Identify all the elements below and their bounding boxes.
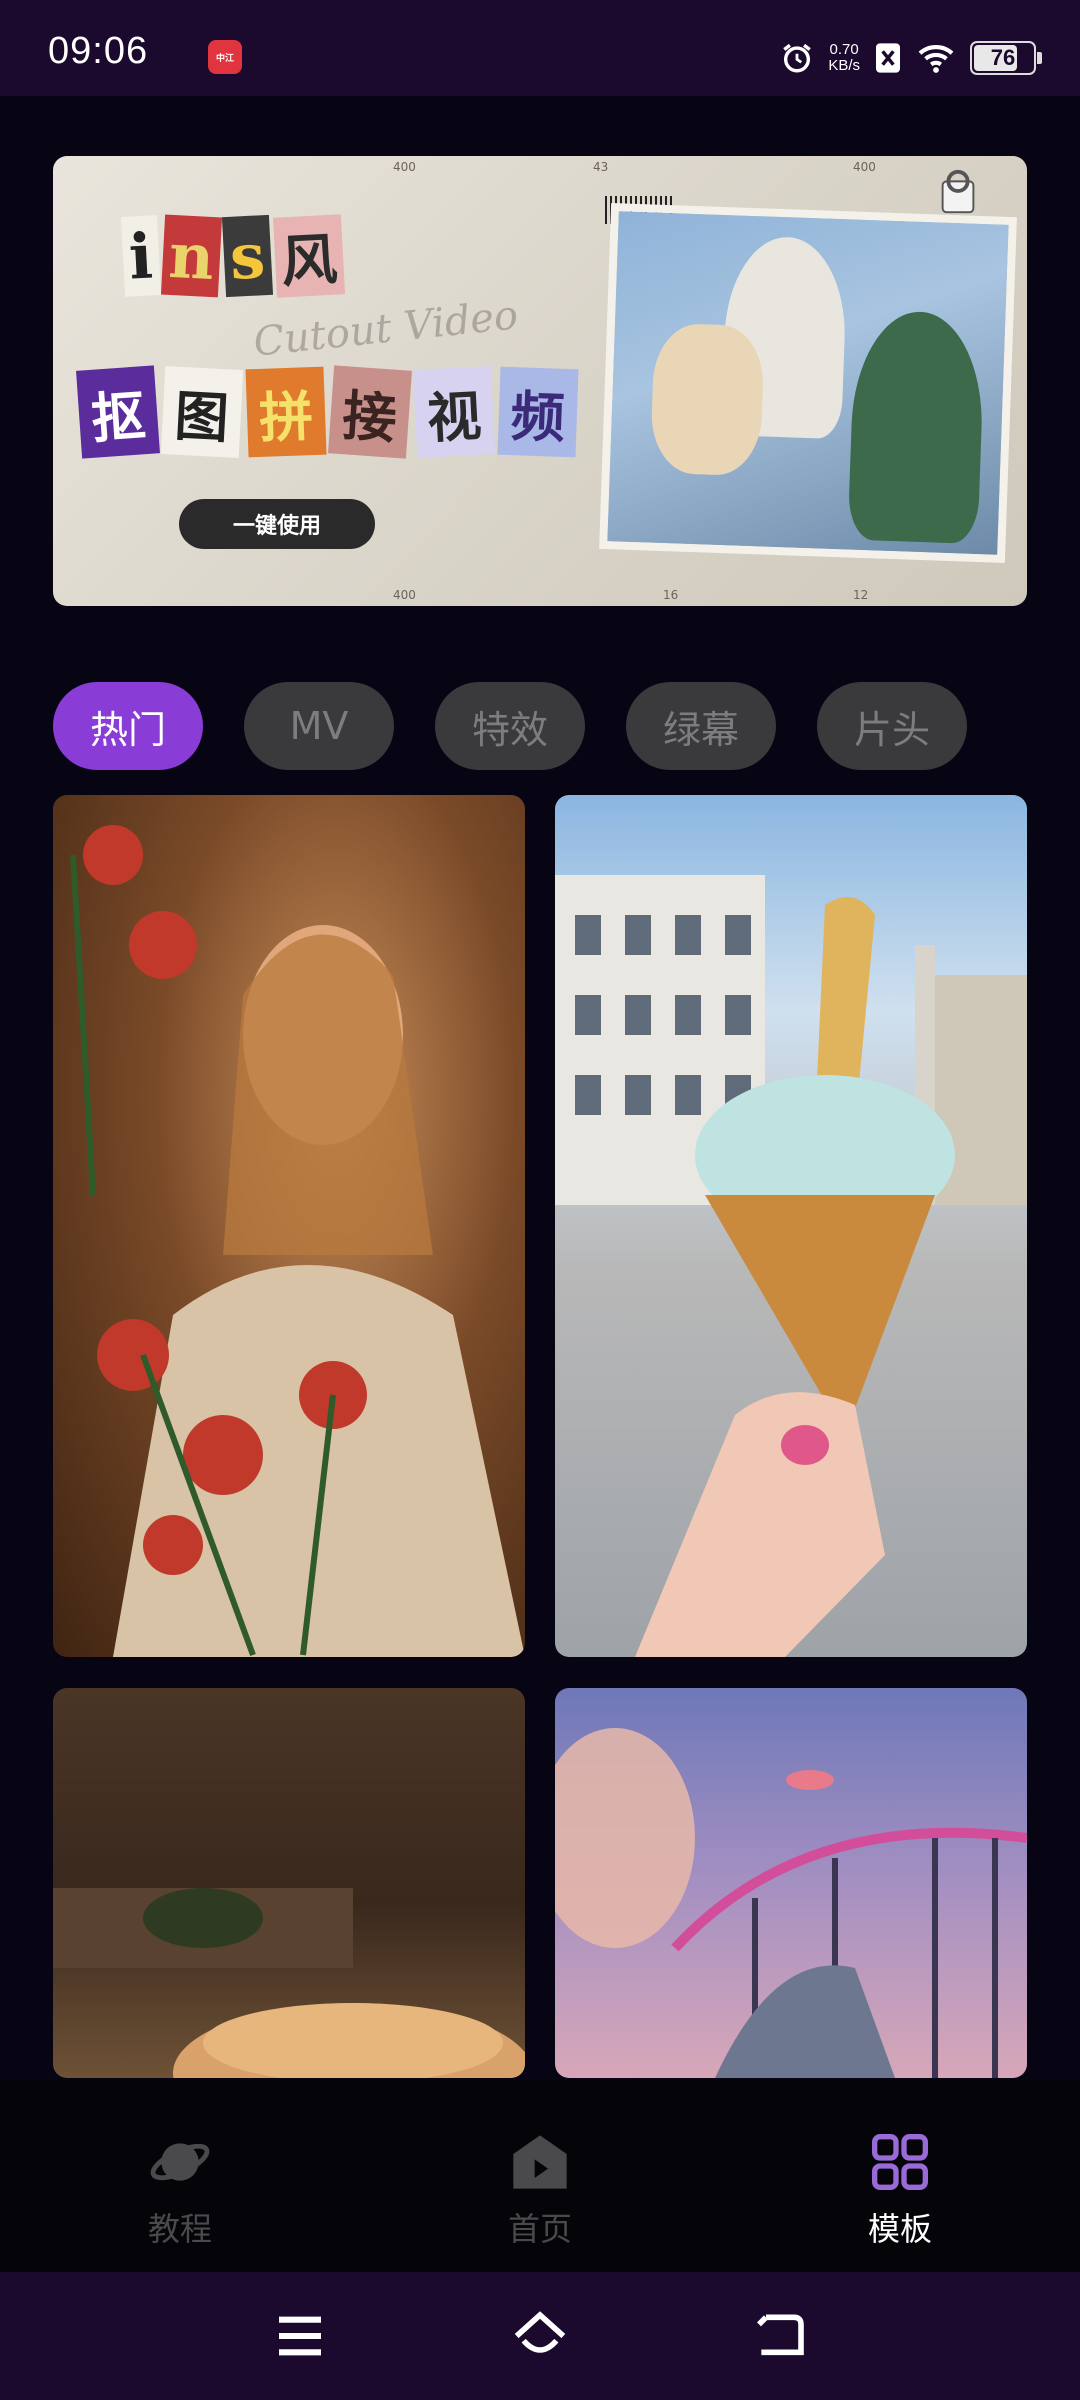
ruler-mark: 43 — [593, 160, 609, 174]
nav-tutorial[interactable]: 教程 — [90, 2130, 270, 2250]
template-thumbnail-amusement-park — [555, 1728, 1027, 2078]
collage-figure — [847, 309, 986, 545]
status-bar: 09:06 中江 0.70 KB/s 76 — [0, 0, 1080, 96]
battery-level: 76 — [990, 45, 1016, 70]
net-speed: 0.70 KB/s — [828, 42, 860, 74]
nav-tutorial-label: 教程 — [147, 2210, 212, 2248]
banner-script-text: Cutout Video — [251, 292, 521, 366]
ruler-mark: 12 — [853, 588, 869, 602]
banner-collage-image — [607, 211, 1009, 555]
home-icon[interactable] — [512, 2308, 568, 2364]
planet-icon — [150, 2143, 210, 2181]
cutout-letter: 风 — [272, 214, 345, 298]
template-thumbnail-woman-with-lilies — [70, 825, 525, 1657]
bottom-navigation: 教程 首页 模板 — [0, 2080, 1080, 2272]
cutout-character: 拼 — [245, 366, 327, 458]
tab-intro[interactable]: 片头 — [817, 682, 967, 770]
cutout-letter: s — [221, 214, 273, 298]
template-card[interactable] — [555, 1688, 1027, 2078]
net-speed-value: 0.70 — [829, 41, 859, 58]
nav-templates-label: 模板 — [867, 2210, 932, 2248]
collage-cat — [649, 322, 765, 477]
template-card[interactable] — [555, 795, 1027, 1657]
menu-icon[interactable] — [272, 2308, 328, 2364]
template-card[interactable] — [53, 795, 525, 1657]
nav-home-label: 首页 — [507, 2210, 572, 2248]
back-icon[interactable] — [752, 2308, 808, 2364]
cutout-character: 接 — [328, 365, 412, 459]
sim-off-icon — [876, 43, 900, 73]
alarm-icon — [783, 43, 812, 73]
app-notification-icon: 中江 — [208, 40, 242, 74]
cutout-character: 图 — [160, 366, 244, 458]
cutout-character: 抠 — [76, 365, 160, 459]
banner-title-chinese: 抠 图 拼 接 视 频 — [76, 365, 579, 459]
battery-icon: 76 — [970, 41, 1042, 75]
cutout-letter: n — [160, 214, 222, 298]
cutout-character: 视 — [412, 366, 496, 458]
template-card[interactable] — [53, 1688, 525, 2078]
app-notification-label: 中江 — [215, 53, 234, 64]
category-tabs: 热门 MV 特效 绿幕 片头 — [53, 682, 967, 770]
banner-title-latin: i n s 风 — [120, 214, 345, 298]
status-time: 09:06 — [48, 30, 149, 72]
home-play-icon — [513, 2135, 567, 2189]
template-thumbnail-sandwich — [53, 1888, 525, 2078]
nav-home[interactable]: 首页 — [450, 2130, 630, 2250]
cutout-letter: i — [120, 215, 161, 297]
status-icons: 0.70 KB/s 76 — [780, 38, 1042, 78]
tab-effects[interactable]: 特效 — [435, 682, 585, 770]
wifi-icon — [918, 45, 954, 73]
ruler-mark: 400 — [853, 160, 876, 174]
grid-icon — [872, 2134, 928, 2190]
ruler-mark: 400 — [393, 588, 416, 602]
ruler-mark: 16 — [663, 588, 679, 602]
paper-clip-icon — [941, 169, 975, 214]
tab-green-screen[interactable]: 绿幕 — [626, 682, 776, 770]
promo-banner[interactable]: 400 43 400 400 16 12 i n s 风 Cutout Vide… — [53, 156, 1027, 606]
ruler-mark: 400 — [393, 160, 416, 174]
tab-mv[interactable]: MV — [244, 682, 394, 770]
nav-templates[interactable]: 模板 — [810, 2130, 990, 2250]
one-click-use-button[interactable]: 一键使用 — [179, 499, 375, 549]
tab-hot[interactable]: 热门 — [53, 682, 203, 770]
template-thumbnail-ice-cream — [555, 875, 1027, 1657]
system-navigation-bar — [0, 2272, 1080, 2400]
cutout-character: 频 — [497, 366, 579, 458]
net-speed-unit: KB/s — [828, 57, 860, 74]
